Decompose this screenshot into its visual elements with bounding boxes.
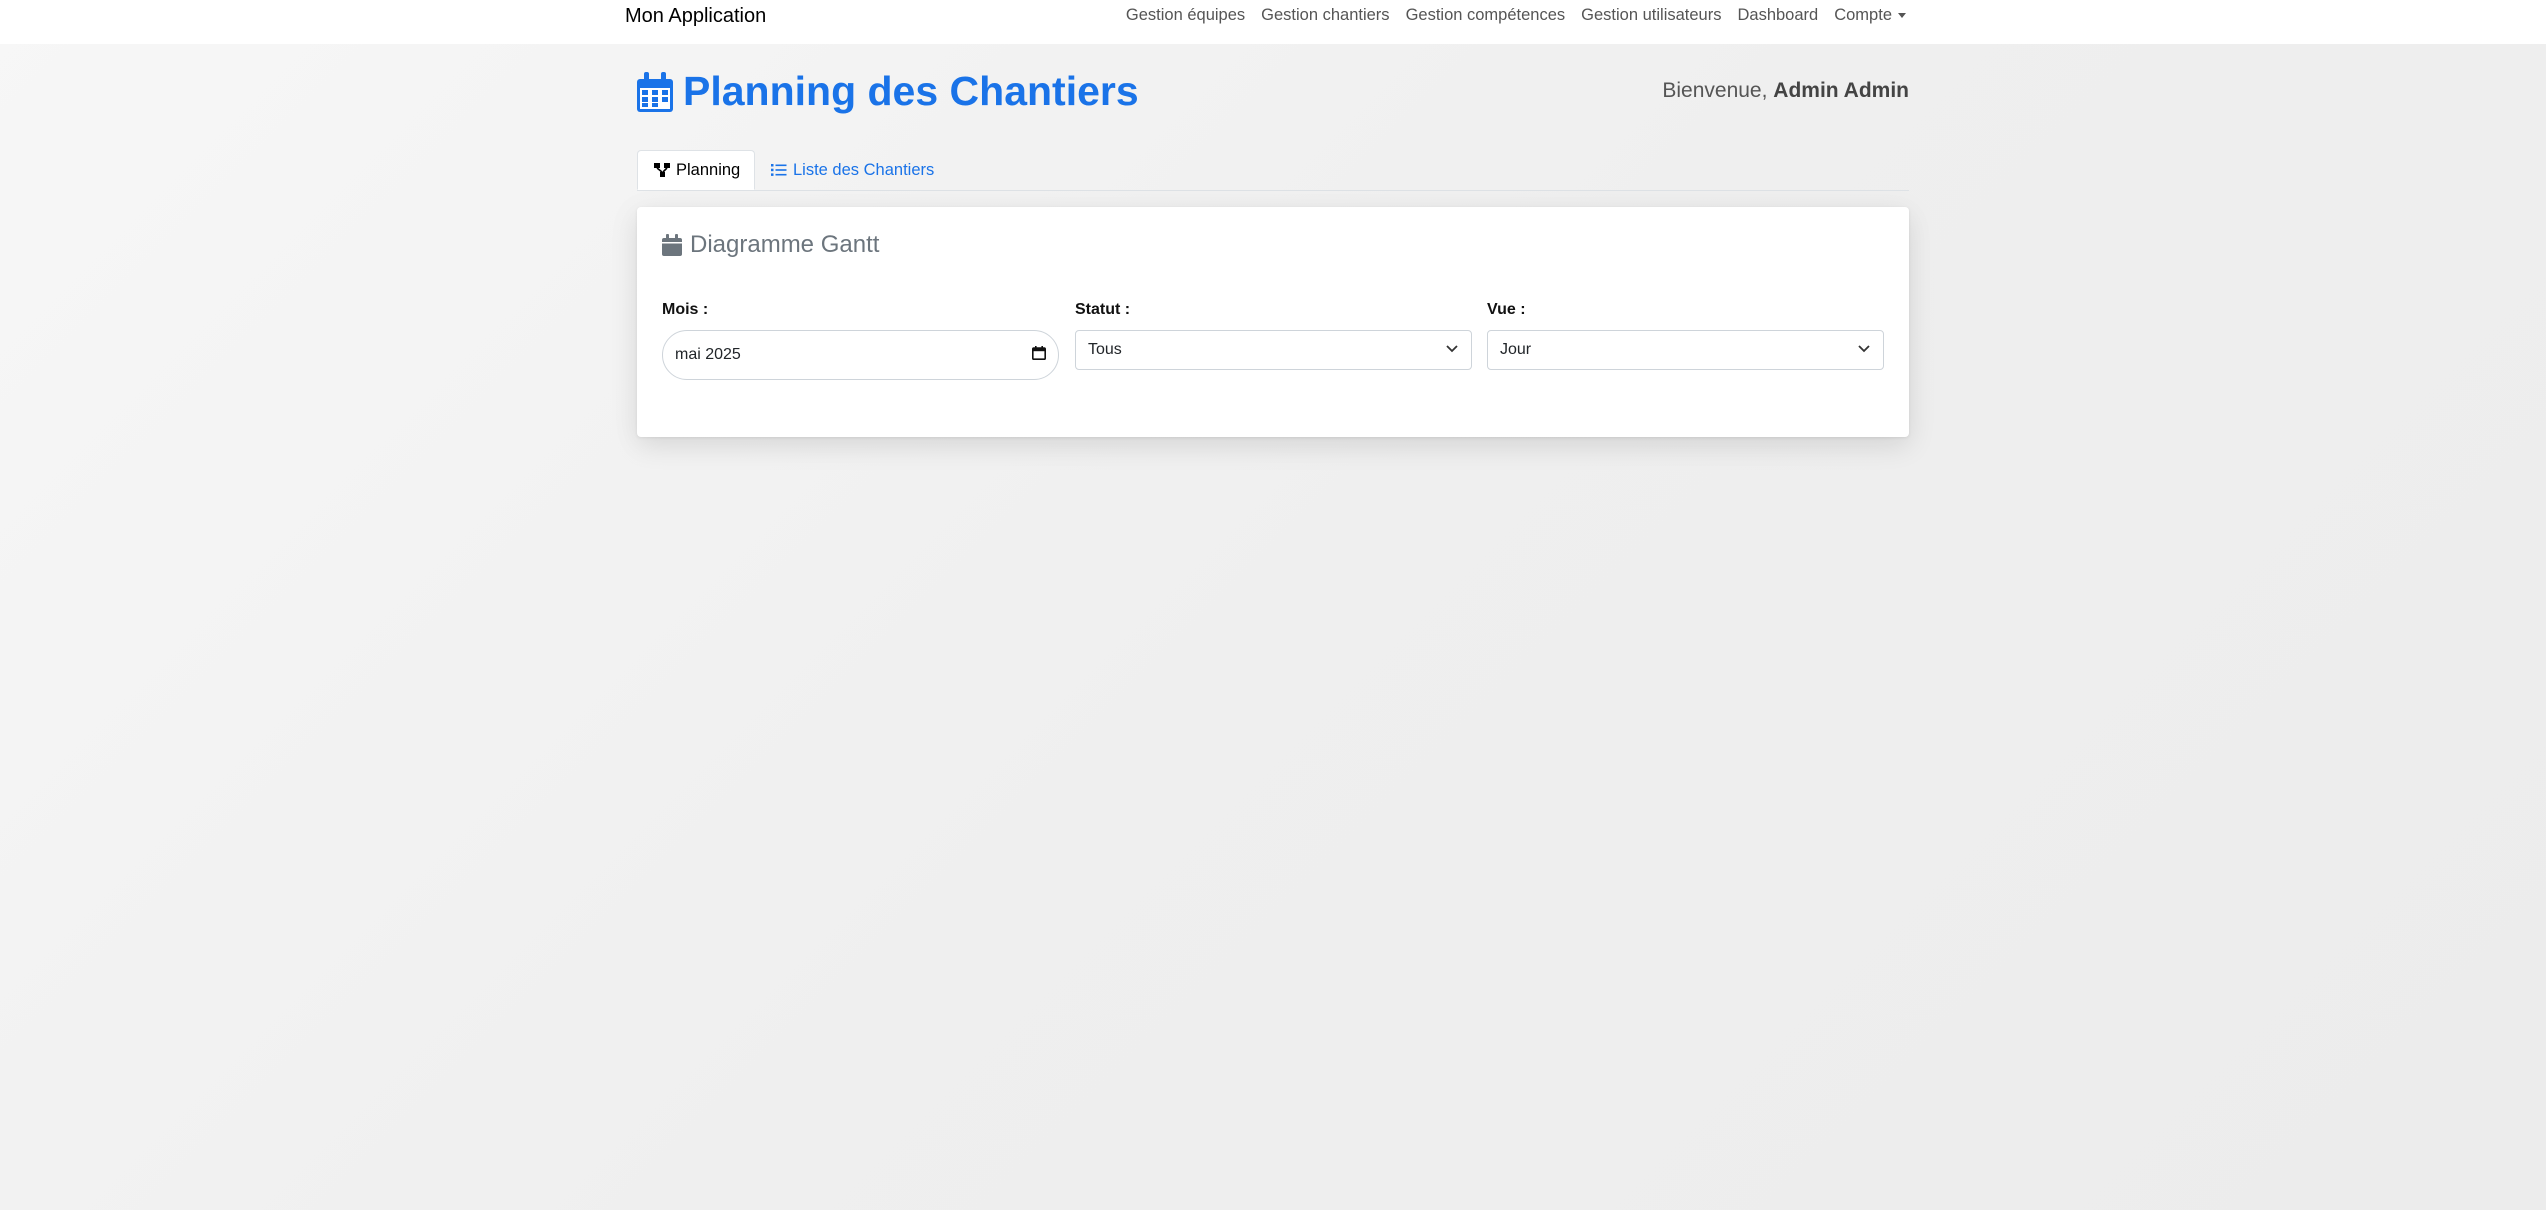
nav-gestion-chantiers[interactable]: Gestion chantiers	[1253, 6, 1397, 25]
view-select[interactable]: Jour	[1487, 330, 1884, 370]
view-label: Vue :	[1487, 301, 1526, 318]
card-title-text: Diagramme Gantt	[690, 231, 880, 258]
status-filter: Statut : Tous	[1075, 301, 1472, 370]
tab-liste-chantiers[interactable]: Liste des Chantiers	[755, 150, 950, 190]
page-title-text: Planning des Chantiers	[683, 68, 1139, 114]
gantt-card: Diagramme Gantt Mois : mai 2025 Statut :…	[637, 207, 1909, 437]
nav-compte-dropdown[interactable]: Compte	[1826, 6, 1914, 25]
calendar-small-icon[interactable]	[1032, 345, 1046, 365]
view-value: Jour	[1500, 341, 1532, 358]
month-filter: Mois : mai 2025	[662, 301, 1059, 380]
welcome-message: Bienvenue, Admin Admin	[1662, 79, 1909, 103]
status-value: Tous	[1088, 341, 1122, 358]
tab-bar: Planning Liste des Chantiers	[637, 150, 1909, 191]
calendar-icon	[637, 71, 673, 112]
chevron-down-icon	[1857, 341, 1871, 359]
tab-liste-label: Liste des Chantiers	[793, 160, 935, 179]
nav-compte-label: Compte	[1834, 6, 1892, 24]
nav-dashboard[interactable]: Dashboard	[1729, 6, 1826, 25]
tab-planning-label: Planning	[676, 160, 741, 179]
status-select[interactable]: Tous	[1075, 330, 1472, 370]
nav-gestion-equipes[interactable]: Gestion équipes	[1118, 6, 1253, 25]
brand-link[interactable]: Mon Application	[625, 5, 766, 28]
nav-links: Gestion équipes Gestion chantiers Gestio…	[1118, 6, 1914, 25]
month-value: mai 2025	[675, 346, 741, 363]
card-title: Diagramme Gantt	[662, 231, 879, 259]
list-icon	[771, 163, 787, 177]
gantt-icon	[654, 163, 670, 177]
month-label: Mois :	[662, 301, 709, 318]
month-input[interactable]: mai 2025	[662, 330, 1059, 380]
status-label: Statut :	[1075, 301, 1131, 318]
user-name: Admin Admin	[1773, 79, 1909, 102]
page-title: Planning des Chantiers	[637, 68, 1139, 115]
welcome-prefix: Bienvenue,	[1662, 79, 1774, 102]
tab-planning[interactable]: Planning	[637, 150, 755, 190]
nav-gestion-competences[interactable]: Gestion compétences	[1398, 6, 1574, 25]
calendar-icon	[662, 234, 682, 256]
view-filter: Vue : Jour	[1487, 301, 1884, 370]
caret-down-icon	[1898, 13, 1906, 19]
nav-gestion-utilisateurs[interactable]: Gestion utilisateurs	[1573, 6, 1729, 25]
chevron-down-icon	[1445, 341, 1459, 359]
page-header: Planning des Chantiers Bienvenue, Admin …	[637, 66, 1909, 122]
top-navbar: Mon Application Gestion équipes Gestion …	[0, 0, 2546, 44]
